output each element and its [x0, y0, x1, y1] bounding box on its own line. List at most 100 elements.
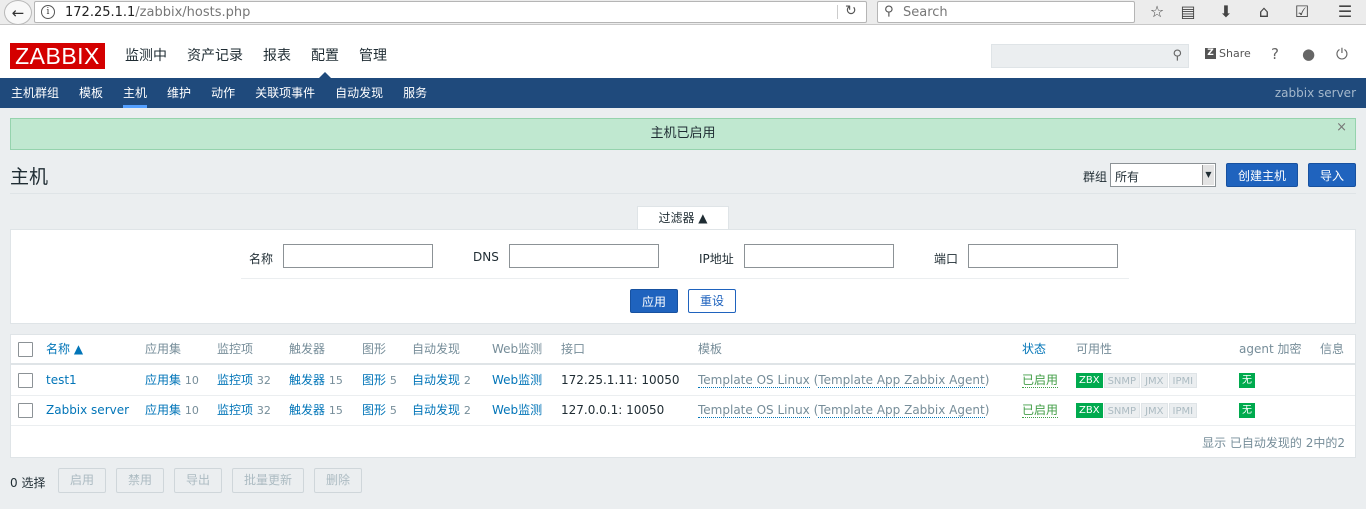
menu-reports[interactable]: 报表 [253, 25, 301, 78]
success-message: 主机已启用 × [10, 118, 1356, 150]
template-parent-link[interactable]: Template App Zabbix Agent [818, 373, 985, 388]
server-name: zabbix server [1274, 86, 1356, 100]
close-icon[interactable]: × [1336, 113, 1347, 143]
select-all-checkbox[interactable] [18, 342, 33, 357]
header-name[interactable]: 名称 ▲ [46, 335, 83, 363]
global-search-input[interactable]: ⚲ [991, 44, 1189, 68]
enable-button[interactable]: 启用 [58, 468, 106, 493]
triggers-link[interactable]: 触发器 [289, 373, 325, 387]
submenu-services[interactable]: 服务 [393, 78, 437, 108]
zbx-badge: ZBX [1076, 373, 1103, 388]
export-button[interactable]: 导出 [174, 468, 222, 493]
discovery-link[interactable]: 自动发现 [412, 403, 460, 417]
submenu-hosts[interactable]: 主机 [113, 78, 157, 108]
site-info-icon[interactable]: i [41, 5, 55, 19]
help-icon[interactable]: ? [1271, 45, 1279, 63]
encryption-cell: 无 [1239, 366, 1256, 395]
triggers-count: 15 [328, 404, 343, 417]
filter-reset-button[interactable]: 重设 [688, 289, 736, 313]
user-profile-icon[interactable]: ● [1302, 45, 1315, 63]
template-link[interactable]: Template OS Linux [698, 373, 810, 388]
zabbix-logo[interactable]: ZABBIX [10, 43, 105, 69]
submenu-templates[interactable]: 模板 [69, 78, 113, 108]
triggers-link[interactable]: 触发器 [289, 403, 325, 417]
filter-dns-input[interactable] [509, 244, 659, 268]
delete-button[interactable]: 删除 [314, 468, 362, 493]
template-link[interactable]: Template OS Linux [698, 403, 810, 418]
share-label: Share [1219, 47, 1251, 60]
graphs-link[interactable]: 图形 [362, 403, 386, 417]
submenu-correlation[interactable]: 关联项事件 [245, 78, 325, 108]
status-toggle[interactable]: 已启用 [1022, 403, 1059, 418]
snmp-badge: SNMP [1103, 373, 1141, 388]
host-name-link[interactable]: test1 [46, 366, 77, 395]
items-cell: 监控项 32 [217, 366, 271, 395]
reload-icon[interactable]: ↻ [845, 3, 857, 19]
applications-link[interactable]: 应用集 [145, 403, 181, 417]
browser-search-input[interactable]: ⚲ Search [877, 1, 1135, 23]
applications-link[interactable]: 应用集 [145, 373, 181, 387]
import-button[interactable]: 导入 [1308, 163, 1356, 187]
disable-button[interactable]: 禁用 [116, 468, 164, 493]
status-toggle[interactable]: 已启用 [1022, 373, 1059, 388]
submenu-host-groups[interactable]: 主机群组 [1, 78, 69, 108]
filter-tab[interactable]: 过滤器 ▲ [637, 206, 729, 230]
template-parent-link[interactable]: Template App Zabbix Agent [818, 403, 985, 418]
home-icon[interactable]: ⌂ [1254, 2, 1274, 22]
discovery-count: 2 [463, 374, 471, 387]
header-items: 监控项 [217, 342, 254, 356]
jmx-badge: JMX [1141, 403, 1168, 418]
share-link[interactable]: Z Share [1205, 47, 1251, 60]
title-divider [10, 193, 1356, 194]
header-status[interactable]: 状态 [1022, 335, 1046, 363]
interface-cell: 127.0.0.1: 10050 [561, 403, 665, 417]
discovery-link[interactable]: 自动发现 [412, 373, 460, 387]
web-link[interactable]: Web监测 [492, 366, 542, 395]
web-link[interactable]: Web监测 [492, 396, 542, 425]
filter-port-input[interactable] [968, 244, 1118, 268]
selected-count: 0 选择 [10, 476, 46, 490]
menu-inventory[interactable]: 资产记录 [177, 25, 253, 78]
submenu-discovery[interactable]: 自动发现 [325, 78, 393, 108]
header-graphs: 图形 [362, 342, 387, 356]
filter-port-label: 端口 [934, 252, 959, 266]
filter-name-label: 名称 [249, 252, 274, 266]
filter-name-input[interactable] [283, 244, 433, 268]
submenu-maintenance[interactable]: 维护 [157, 78, 201, 108]
snmp-badge: SNMP [1103, 403, 1141, 418]
availability-cell: ZBX SNMP JMX IPMI [1076, 366, 1198, 395]
menu-monitoring[interactable]: 监测中 [115, 25, 177, 78]
row-checkbox[interactable] [18, 403, 33, 418]
download-icon[interactable]: ⬇ [1216, 2, 1236, 22]
group-select[interactable]: 所有 ▼ [1110, 163, 1216, 187]
items-link[interactable]: 监控项 [217, 403, 253, 417]
mass-update-button[interactable]: 批量更新 [232, 468, 304, 493]
discovery-cell: 自动发现 2 [412, 366, 471, 395]
availability-cell: ZBX SNMP JMX IPMI [1076, 396, 1198, 425]
create-host-button[interactable]: 创建主机 [1226, 163, 1298, 187]
menu-administration[interactable]: 管理 [349, 25, 397, 78]
pocket-icon[interactable]: ☑ [1292, 2, 1312, 22]
hamburger-menu-icon[interactable]: ☰ [1335, 2, 1355, 22]
graphs-link[interactable]: 图形 [362, 373, 386, 387]
items-link[interactable]: 监控项 [217, 373, 253, 387]
filter-dns-label: DNS [473, 250, 499, 264]
group-label: 群组 [1083, 170, 1108, 184]
submenu-actions[interactable]: 动作 [201, 78, 245, 108]
row-checkbox[interactable] [18, 373, 33, 388]
reading-list-icon[interactable]: ▤ [1178, 2, 1198, 22]
filter-apply-button[interactable]: 应用 [630, 289, 678, 313]
bookmark-star-icon[interactable]: ☆ [1147, 2, 1167, 22]
applications-cell: 应用集 10 [145, 366, 199, 395]
search-icon[interactable]: ⚲ [1172, 48, 1182, 63]
back-arrow-icon[interactable]: ← [4, 0, 32, 25]
menu-configuration[interactable]: 配置 [301, 25, 349, 78]
ipmi-badge: IPMI [1168, 373, 1198, 388]
host-name-link[interactable]: Zabbix server [46, 396, 129, 425]
encryption-badge: 无 [1239, 403, 1255, 418]
filter-ip-input[interactable] [744, 244, 894, 268]
status-cell: 已启用 [1022, 396, 1059, 425]
address-bar[interactable]: i 172.25.1.1/zabbix/hosts.php ↻ [34, 1, 867, 23]
power-icon[interactable]: ⏻ [1336, 45, 1348, 63]
ipmi-badge: IPMI [1168, 403, 1198, 418]
